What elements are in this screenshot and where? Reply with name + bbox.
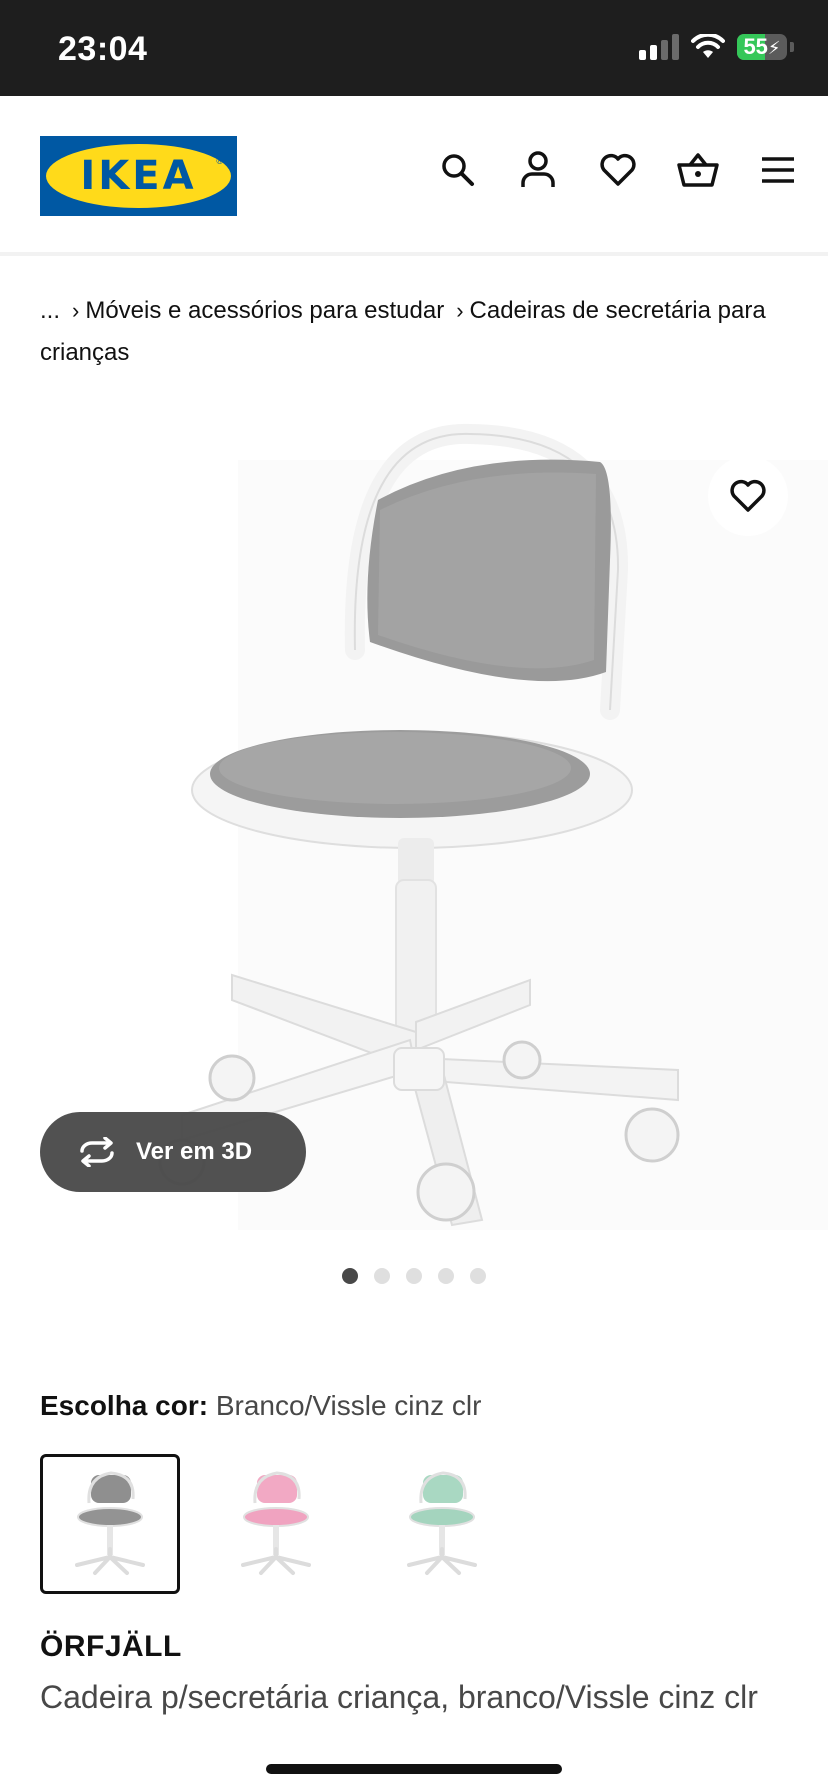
color-swatches	[40, 1454, 512, 1594]
product-description: Cadeira p/secretária criança, branco/Vis…	[40, 1679, 758, 1715]
breadcrumb: ... › Móveis e acessórios para estudar › Cad…	[40, 290, 800, 374]
wifi-icon	[691, 34, 725, 58]
chair-thumbnail-grey	[75, 1471, 145, 1575]
logo-text: IKEA	[80, 153, 197, 199]
chair-thumbnail-pink	[241, 1471, 311, 1575]
chevron-right-icon: ›	[72, 298, 80, 323]
rotate-3d-icon	[80, 1137, 114, 1167]
color-swatch-mint[interactable]	[372, 1454, 512, 1594]
home-indicator[interactable]	[266, 1764, 562, 1774]
ikea-logo[interactable]: IKEA ®	[40, 136, 237, 216]
chevron-right-icon: ›	[456, 298, 464, 323]
breadcrumb-ellipsis[interactable]: ...	[40, 297, 60, 324]
carousel-dot[interactable]	[438, 1268, 454, 1284]
carousel-dot[interactable]	[470, 1268, 486, 1284]
carousel-indicator	[0, 1268, 828, 1284]
menu-hamburger-icon[interactable]	[756, 148, 800, 192]
product-wishlist-button[interactable]	[708, 456, 788, 536]
account-icon[interactable]	[516, 148, 560, 192]
breadcrumb-item-study-furniture[interactable]: Móveis e acessórios para estudar	[85, 297, 444, 324]
view-in-3d-label: Ver em 3D	[136, 1138, 253, 1165]
heart-icon	[730, 479, 766, 512]
view-in-3d-button[interactable]: Ver em 3D	[40, 1112, 306, 1192]
chair-thumbnail-mint	[407, 1471, 477, 1575]
color-choice-label: Escolha cor:	[40, 1390, 209, 1421]
shopping-basket-icon[interactable]	[676, 148, 720, 192]
header-actions	[436, 148, 800, 192]
cellular-signal-icon	[639, 34, 679, 60]
battery-level: 55	[743, 34, 768, 59]
carousel-dot[interactable]	[374, 1268, 390, 1284]
battery-charging-icon: 55⚡	[737, 34, 787, 60]
status-time: 23:04	[58, 30, 148, 68]
site-header: IKEA ®	[0, 96, 828, 256]
status-icons: 55⚡	[639, 34, 794, 60]
carousel-dot[interactable]	[342, 1268, 358, 1284]
search-icon[interactable]	[436, 148, 480, 192]
carousel-dot[interactable]	[406, 1268, 422, 1284]
color-swatch-pink[interactable]	[206, 1454, 346, 1594]
wishlist-heart-icon[interactable]	[596, 148, 640, 192]
color-choice: Escolha cor: Branco/Vissle cinz clr	[40, 1386, 481, 1426]
color-swatch-grey[interactable]	[40, 1454, 180, 1594]
color-choice-value: Branco/Vissle cinz clr	[215, 1390, 482, 1421]
status-bar: 23:04 55⚡	[0, 0, 828, 96]
product-name: ÖRFJÄLL	[40, 1630, 182, 1663]
